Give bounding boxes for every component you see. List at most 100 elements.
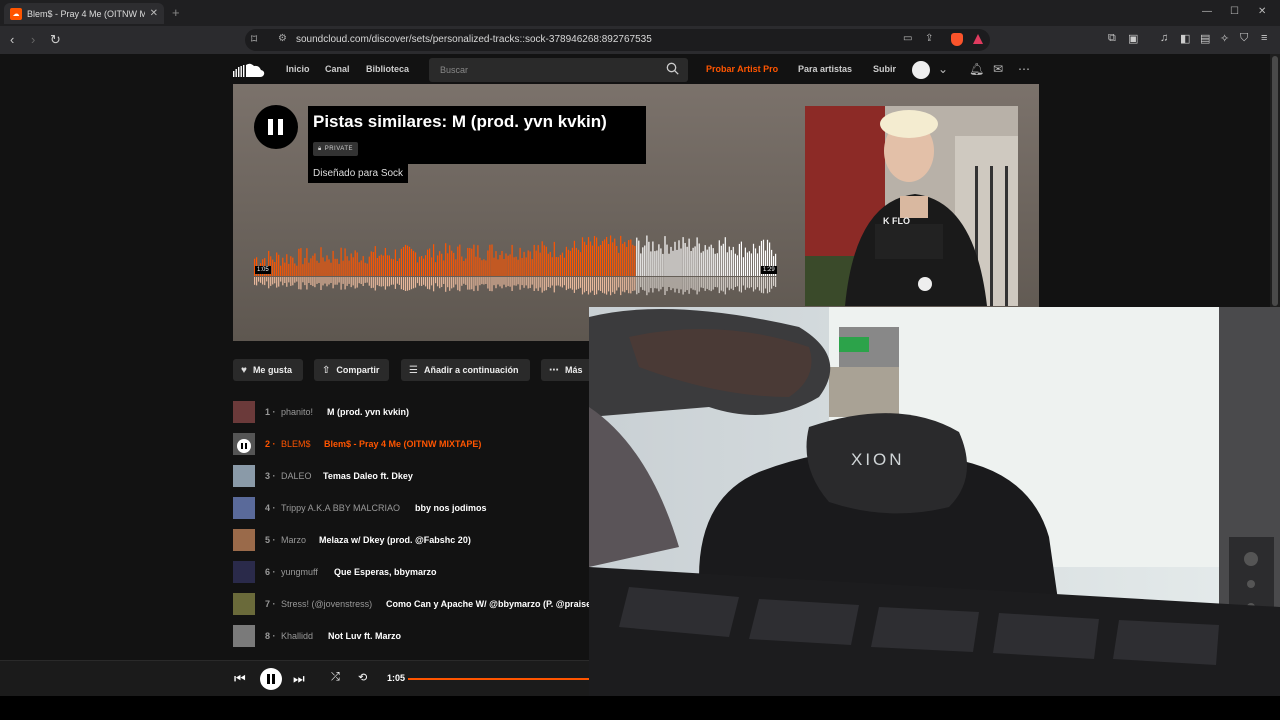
track-artist[interactable]: Khallidd <box>281 631 313 641</box>
waveform-bar <box>278 254 280 276</box>
track-title[interactable]: M (prod. yvn kvkin) <box>327 407 409 417</box>
extension-icon[interactable]: ⧉ <box>1108 32 1116 45</box>
more-options-icon[interactable]: ⋯ <box>1018 62 1030 76</box>
wallet-icon[interactable]: ▤ <box>1200 32 1210 45</box>
track-row[interactable]: 8 · Khallidd Not Luv ft. Marzo <box>233 623 613 647</box>
track-row[interactable]: 7 · Stress! (@jovenstress) Como Can y Ap… <box>233 591 613 615</box>
player-progress-bar[interactable] <box>408 678 598 680</box>
upload-link[interactable]: Subir <box>873 64 896 74</box>
scrollbar-thumb[interactable] <box>1272 56 1278 306</box>
pause-icon[interactable] <box>237 439 251 453</box>
shuffle-icon[interactable]: ⤮ <box>331 671 340 684</box>
cast-icon[interactable]: ▭ <box>903 33 912 44</box>
waveform-bar <box>451 250 453 276</box>
soundcloud-logo-icon[interactable] <box>233 62 265 78</box>
user-avatar[interactable] <box>912 61 930 79</box>
pause-button[interactable] <box>254 105 298 149</box>
track-artwork[interactable] <box>233 465 255 487</box>
next-track-icon[interactable]: ⏭︎ <box>293 671 305 687</box>
track-row-playing[interactable]: 2 · BLEM$ Blem$ - Pray 4 Me (OITNW MIXTA… <box>233 431 613 455</box>
waveform-reflection-bar <box>702 277 704 289</box>
track-artist[interactable]: yungmuff <box>281 567 318 577</box>
track-title[interactable]: Melaza w/ Dkey (prod. @Fabshc 20) <box>319 535 471 545</box>
tab-close-icon[interactable]: ✕ <box>150 8 158 19</box>
waveform-bar <box>720 245 722 276</box>
nav-canal[interactable]: Canal <box>325 64 350 74</box>
track-title[interactable]: bby nos jodimos <box>415 503 487 513</box>
waveform-reflection-bar <box>324 277 326 284</box>
notifications-bell-icon[interactable]: 🔔︎ <box>969 62 984 76</box>
site-info-icon[interactable]: ⚙ <box>278 33 287 44</box>
previous-track-icon[interactable]: ⏮︎ <box>234 671 246 687</box>
try-artist-pro-link[interactable]: Probar Artist Pro <box>706 64 778 74</box>
brave-rewards-icon[interactable] <box>973 34 983 44</box>
repeat-icon[interactable]: ⟲ <box>358 671 367 684</box>
media-icon[interactable]: ♫ <box>1160 32 1168 44</box>
track-artwork[interactable] <box>233 625 255 647</box>
back-icon[interactable]: ‹ <box>10 32 14 47</box>
waveform-bar <box>626 246 628 276</box>
track-row[interactable]: 5 · Marzo Melaza w/ Dkey (prod. @Fabshc … <box>233 527 613 551</box>
track-artist[interactable]: phanito! <box>281 407 313 417</box>
waveform-bar <box>318 262 320 276</box>
track-artwork[interactable] <box>233 561 255 583</box>
chevron-down-icon[interactable]: ⌄ <box>938 62 948 76</box>
track-title[interactable]: Temas Daleo ft. Dkey <box>323 471 413 481</box>
minimize-button[interactable]: — <box>1202 6 1212 17</box>
screenshot-icon[interactable]: ▣ <box>1128 32 1138 45</box>
track-artwork[interactable] <box>233 401 255 423</box>
search-input[interactable]: Buscar <box>429 58 688 82</box>
messages-envelope-icon[interactable]: ✉ <box>993 62 1003 76</box>
track-title[interactable]: Que Esperas, bbymarzo <box>334 567 437 577</box>
like-button[interactable]: ♥ Me gusta <box>233 359 303 381</box>
nav-inicio[interactable]: Inicio <box>286 64 310 74</box>
track-artwork[interactable] <box>233 593 255 615</box>
track-row[interactable]: 6 · yungmuff Que Esperas, bbymarzo <box>233 559 613 583</box>
waveform-bar <box>346 256 348 276</box>
search-icon[interactable] <box>666 62 679 75</box>
track-artist[interactable]: Stress! (@jovenstress) <box>281 599 372 609</box>
sidebar-icon[interactable]: ◧ <box>1180 32 1190 45</box>
share-icon[interactable]: ⇪ <box>925 33 933 44</box>
menu-icon[interactable]: ≡ <box>1261 32 1267 44</box>
for-artists-link[interactable]: Para artistas <box>798 64 852 74</box>
track-title[interactable]: Not Luv ft. Marzo <box>328 631 401 641</box>
maximize-button[interactable]: ☐ <box>1230 6 1239 17</box>
track-row[interactable]: 3 · DALEO Temas Daleo ft. Dkey <box>233 463 613 487</box>
waveform-reflection-bar <box>622 277 624 292</box>
track-row[interactable]: 1 · phanito! M (prod. yvn kvkin) <box>233 399 613 423</box>
track-artist[interactable]: DALEO <box>281 471 312 481</box>
track-artist[interactable]: Marzo <box>281 535 306 545</box>
leo-icon[interactable]: ✧ <box>1220 32 1229 45</box>
waveform-reflection-bar <box>583 277 586 293</box>
waveform-bar <box>427 249 429 276</box>
browser-tab[interactable]: ☁ Blem$ - Pray 4 Me (OITNW M ✕ <box>4 3 164 24</box>
track-artist[interactable]: Trippy A.K.A BBY MALCRIAO <box>281 503 400 513</box>
more-button[interactable]: ⋯ Más <box>541 359 593 381</box>
new-tab-button[interactable]: + <box>172 5 180 20</box>
track-artwork[interactable] <box>233 497 255 519</box>
waveform-reflection-bar <box>310 277 312 285</box>
artwork-image[interactable]: K FLO <box>805 106 1018 306</box>
brave-shields-icon[interactable] <box>951 33 963 46</box>
waveform[interactable] <box>254 232 777 298</box>
reload-icon[interactable]: ↻ <box>50 32 61 48</box>
forward-icon[interactable]: › <box>31 32 35 47</box>
address-bar[interactable]: ⌑ ⚙ soundcloud.com/discover/sets/persona… <box>245 29 990 51</box>
url-text[interactable]: soundcloud.com/discover/sets/personalize… <box>296 34 652 45</box>
track-title[interactable]: Como Can y Apache W/ @bbymarzo (P. @prai… <box>386 599 594 609</box>
close-window-button[interactable]: ✕ <box>1258 6 1266 17</box>
bookmark-icon[interactable]: ⌑ <box>251 32 257 46</box>
track-row[interactable]: 4 · Trippy A.K.A BBY MALCRIAO bby nos jo… <box>233 495 613 519</box>
track-title[interactable]: Blem$ - Pray 4 Me (OITNW MIXTAPE) <box>324 439 481 449</box>
waveform-bar <box>453 252 455 276</box>
track-artist[interactable]: BLEM$ <box>281 439 311 449</box>
share-button[interactable]: ⇧ Compartir <box>314 359 389 381</box>
nav-biblioteca[interactable]: Biblioteca <box>366 64 409 74</box>
track-artwork[interactable] <box>233 433 255 455</box>
track-artwork[interactable] <box>233 529 255 551</box>
add-next-button[interactable]: ☰ Añadir a continuación <box>401 359 530 381</box>
waveform-bar <box>752 243 755 276</box>
vpn-icon[interactable]: ⛉ <box>1240 32 1248 45</box>
player-pause-button[interactable] <box>260 668 282 690</box>
